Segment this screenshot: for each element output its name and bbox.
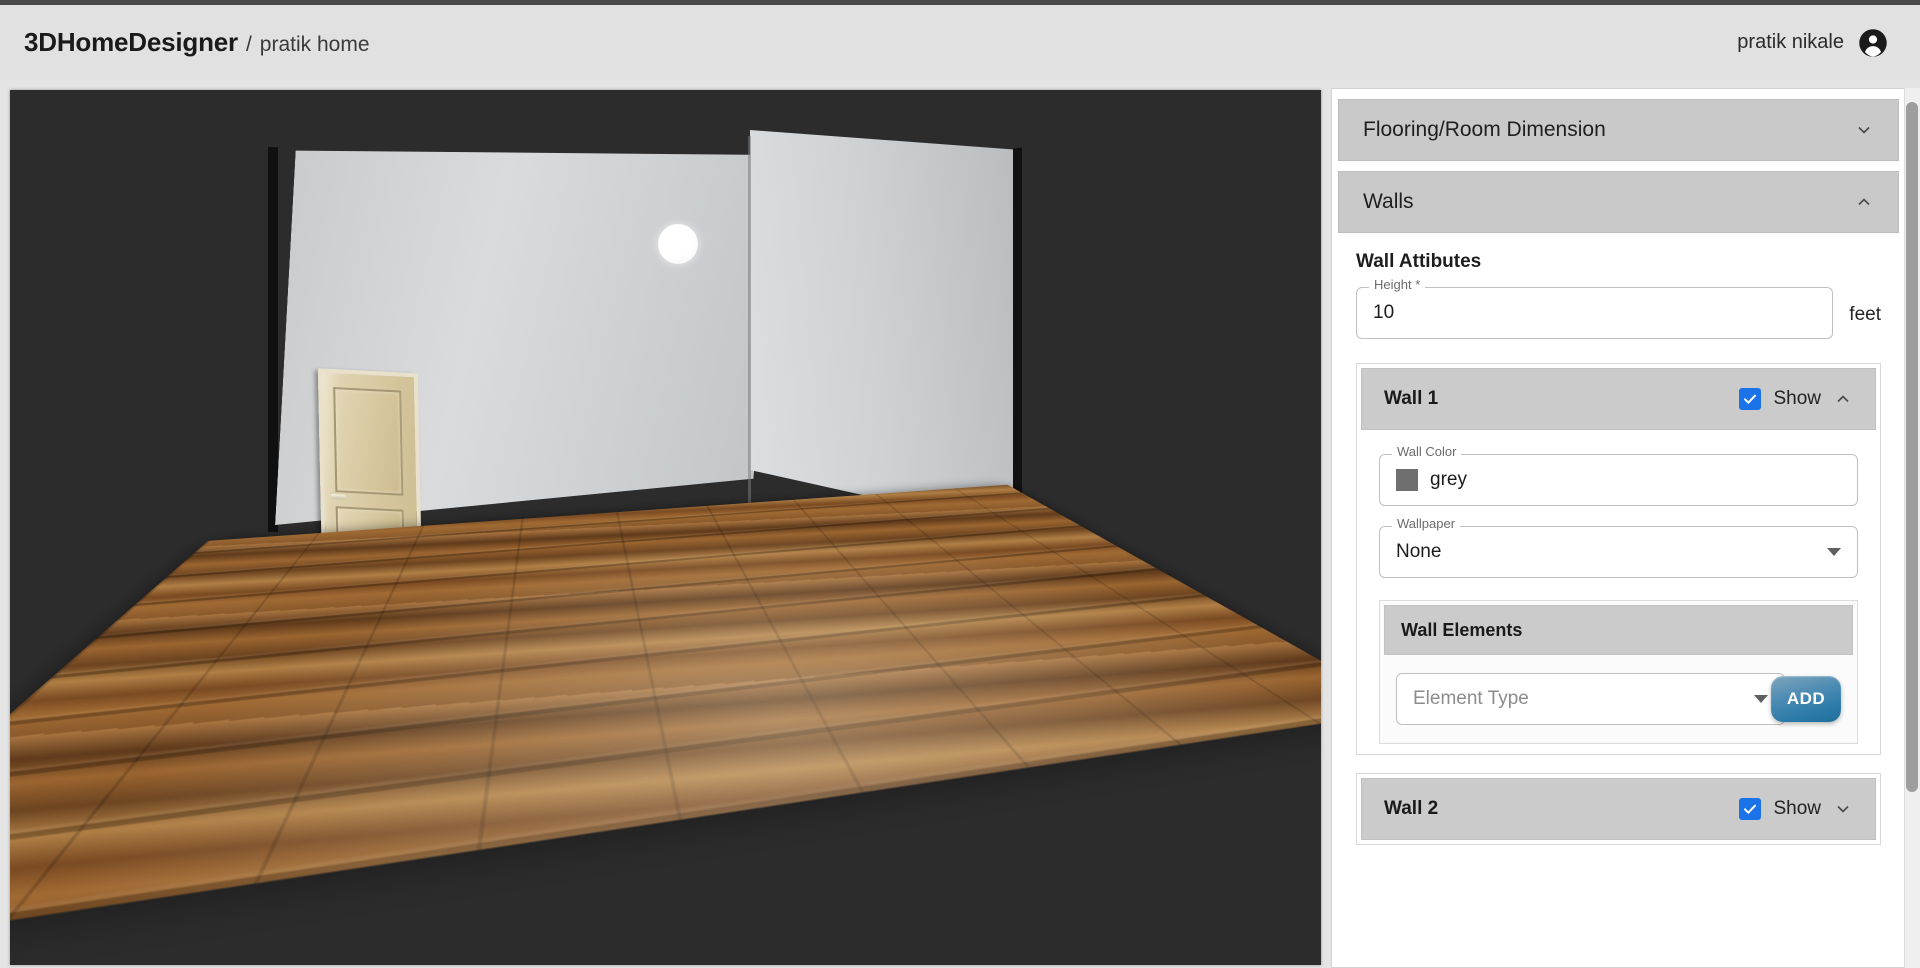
- wall-card-1: Wall 1 Show Wall Color grey Wallpaper No…: [1356, 363, 1881, 755]
- room-scene[interactable]: [10, 90, 1321, 965]
- chevron-up-icon[interactable]: [1854, 192, 1874, 212]
- add-element-button[interactable]: ADD: [1771, 676, 1841, 722]
- section-title: Walls: [1363, 190, 1414, 213]
- element-type-select[interactable]: Element Type: [1396, 673, 1785, 725]
- wall-1-color-field[interactable]: Wall Color grey: [1379, 445, 1858, 506]
- wall-elements-header: Wall Elements: [1384, 605, 1853, 655]
- wall-height-value: 10: [1373, 302, 1395, 323]
- door-panel-top: [333, 387, 404, 496]
- wall-1-wallpaper-label: Wallpaper: [1392, 517, 1461, 530]
- 3d-viewport[interactable]: [10, 90, 1321, 965]
- project-name[interactable]: pratik home: [260, 33, 370, 57]
- properties-panel[interactable]: Flooring/Room Dimension Walls Wall Attib…: [1331, 88, 1906, 968]
- wall-2-header[interactable]: Wall 2 Show: [1361, 778, 1876, 840]
- breadcrumb: 3DHomeDesigner / pratik home: [24, 27, 370, 58]
- breadcrumb-separator: /: [245, 33, 252, 56]
- header-user-area[interactable]: pratik nikale: [1737, 28, 1896, 58]
- wall-1-show-checkbox[interactable]: [1739, 388, 1762, 410]
- chevron-down-icon[interactable]: [1854, 120, 1874, 140]
- section-header-walls[interactable]: Walls: [1338, 171, 1899, 233]
- panel-scroll-content: Flooring/Room Dimension Walls Wall Attib…: [1332, 89, 1905, 967]
- main-stage: Flooring/Room Dimension Walls Wall Attib…: [0, 80, 1920, 968]
- wall-1-wallpaper-value: None: [1396, 541, 1442, 562]
- wall-1-color-input[interactable]: grey: [1379, 454, 1858, 506]
- wall-2-show-checkbox[interactable]: [1739, 798, 1762, 820]
- wall-corner-seam: [748, 136, 751, 526]
- wall-1-wallpaper-select[interactable]: None: [1379, 526, 1858, 578]
- walls-section-body: Wall Attibutes Height * 10 feet Wall 1 S…: [1332, 233, 1905, 855]
- wall-elements-body: Element Type ADD: [1380, 659, 1857, 743]
- panel-scrollbar-track[interactable]: [1904, 88, 1920, 968]
- wall-1-show-label: Show: [1773, 388, 1821, 409]
- user-name-label: pratik nikale: [1737, 31, 1844, 53]
- wall-1-header[interactable]: Wall 1 Show: [1361, 368, 1876, 430]
- wall-attributes-heading: Wall Attibutes: [1356, 251, 1482, 272]
- element-type-placeholder: Element Type: [1413, 688, 1529, 709]
- chevron-down-icon[interactable]: [1833, 799, 1853, 819]
- wall-height-unit: feet: [1849, 304, 1881, 325]
- wall-right-surface[interactable]: [750, 130, 1020, 530]
- wall-1-wallpaper-field[interactable]: Wallpaper None: [1379, 517, 1858, 578]
- wall-1-header-controls: Show: [1739, 388, 1853, 410]
- ceiling-light-sphere[interactable]: [658, 224, 698, 264]
- wall-1-color-swatch[interactable]: [1396, 469, 1418, 491]
- wall-card-2: Wall 2 Show: [1356, 773, 1881, 845]
- wall-2-title: Wall 2: [1384, 798, 1439, 819]
- wall-1-title: Wall 1: [1384, 388, 1439, 409]
- element-type-field[interactable]: Element Type: [1396, 673, 1785, 725]
- chevron-down-icon[interactable]: [1754, 695, 1768, 703]
- chevron-down-icon[interactable]: [1827, 548, 1841, 556]
- wall-height-label: Height *: [1369, 278, 1426, 291]
- section-title: Flooring/Room Dimension: [1363, 118, 1606, 141]
- account-circle-icon[interactable]: [1858, 28, 1888, 58]
- wall-1-color-label: Wall Color: [1392, 445, 1462, 458]
- chevron-up-icon[interactable]: [1833, 389, 1853, 409]
- wall-height-field[interactable]: Height * 10: [1356, 278, 1834, 339]
- floor-light-sheen: [10, 484, 1321, 963]
- floor-surface[interactable]: [10, 484, 1321, 963]
- app-title: 3DHomeDesigner: [24, 27, 238, 57]
- wall-height-row: Height * 10 feet: [1356, 278, 1881, 345]
- wall-elements-title: Wall Elements: [1401, 619, 1523, 640]
- wall-1-elements-card: Wall Elements Element Type ADD: [1379, 600, 1858, 744]
- wall-1-color-value: grey: [1430, 469, 1467, 490]
- wall-2-show-label: Show: [1773, 798, 1821, 819]
- wall-height-input[interactable]: 10: [1356, 287, 1834, 339]
- section-header-flooring-room-dimension[interactable]: Flooring/Room Dimension: [1338, 99, 1899, 161]
- panel-scrollbar-thumb[interactable]: [1906, 102, 1918, 792]
- wall-left-thickness: [268, 146, 278, 533]
- wall-2-header-controls: Show: [1739, 798, 1853, 820]
- door-handle: [330, 494, 346, 500]
- wall-right-thickness: [1013, 147, 1022, 529]
- app-header: 3DHomeDesigner / pratik home pratik nika…: [0, 5, 1920, 80]
- wall-1-body: Wall Color grey Wallpaper None Wall Elem…: [1357, 434, 1880, 754]
